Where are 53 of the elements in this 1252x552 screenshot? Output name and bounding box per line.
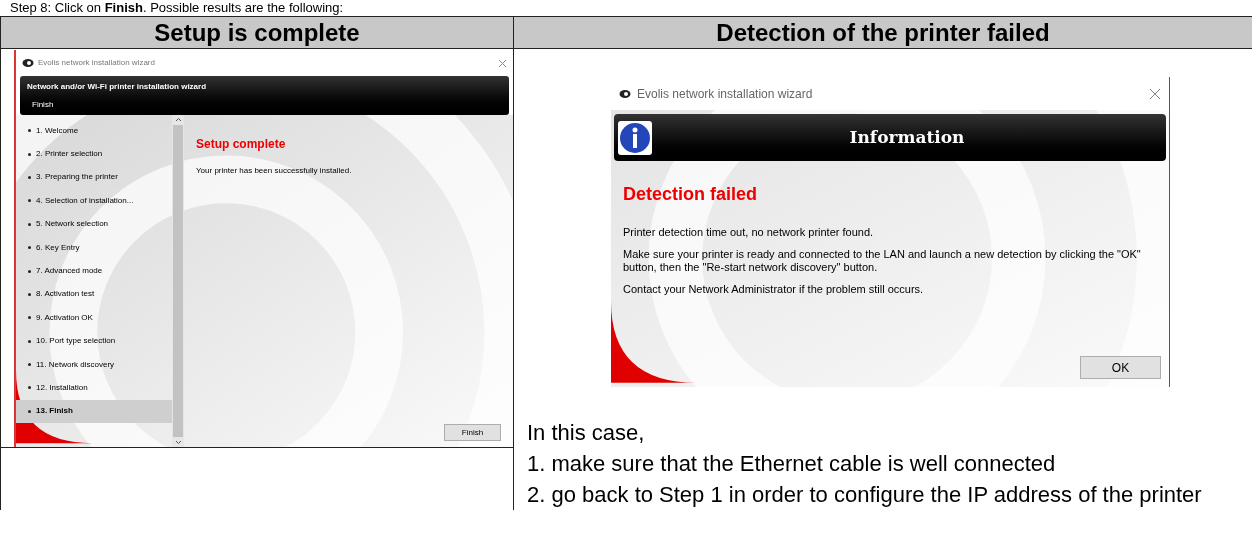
bullet-icon (28, 386, 31, 390)
step-item[interactable]: 4. Selection of installation... (16, 189, 172, 213)
error-heading: Detection failed (623, 183, 759, 206)
scroll-down-icon[interactable] (174, 439, 182, 445)
step-item[interactable]: 8. Activation test (16, 282, 172, 307)
bullet-icon (28, 152, 31, 156)
column-header: Setup is complete (1, 17, 514, 49)
setup-heading: Setup complete (196, 136, 287, 153)
close-icon[interactable] (498, 58, 507, 68)
eye-logo-icon (22, 58, 34, 68)
bullet-icon (28, 222, 31, 226)
error-message: Printer detection time out, no network printer found. (623, 226, 875, 239)
note-text: 1. make sure that the Ethernet cable is well connected (527, 450, 1057, 478)
eye-logo-icon (619, 88, 631, 99)
bullet-icon (28, 246, 31, 250)
column-header: Detection of the printer failed (514, 17, 1252, 49)
finish-button[interactable]: Finish (444, 424, 501, 441)
bullet-icon (28, 409, 31, 413)
bullet-icon (28, 363, 31, 367)
bullet-icon (28, 175, 31, 179)
step-item[interactable]: 10. Port type selection (16, 329, 172, 353)
step-item[interactable]: 5. Network selection (16, 212, 172, 236)
bullet-icon (28, 316, 31, 320)
dialog-banner-title: Information (848, 125, 966, 149)
error-message: Make sure your printer is ready and connected to the LAN and launch a new detection by clicking the "OK" button, then the "Re-start network discovery" button. (623, 248, 1142, 274)
bullet-icon (28, 129, 31, 133)
info-icon (618, 120, 652, 155)
step-item[interactable]: 6. Key Entry (16, 235, 172, 260)
step-item[interactable]: 2. Printer selection (16, 142, 172, 166)
banner-subtitle: Finish (31, 98, 55, 111)
step-item[interactable]: 12. Installation (16, 376, 172, 400)
step-instruction: Step 8: Click on Finish. Possible results are the following: (9, 0, 345, 16)
bullet-icon (28, 269, 31, 273)
step-item[interactable]: 9. Activation OK (16, 306, 172, 330)
banner-title: Network and/or Wi-Fi printer installation wizard (27, 80, 208, 93)
step-item[interactable]: 7. Advanced mode (16, 259, 172, 283)
step-item[interactable]: 3. Preparing the printer (16, 165, 172, 190)
note-text: In this case, (527, 419, 646, 447)
step-item[interactable]: 1. Welcome (16, 119, 172, 143)
setup-message: Your printer has been successfully installed. (196, 165, 353, 177)
bullet-icon (28, 292, 31, 296)
note-text: 2. go back to Step 1 in order to configure the IP address of the printer (527, 481, 1203, 509)
bullet-icon (28, 339, 31, 343)
window-title: Evolis network installation wizard (637, 85, 813, 103)
error-message: Contact your Network Administrator if the problem still occurs. (623, 283, 925, 296)
ok-button[interactable]: OK (1080, 356, 1161, 379)
step-item[interactable]: 13. Finish (16, 399, 172, 424)
scrollbar[interactable] (172, 115, 184, 447)
step-item[interactable]: 11. Network discovery (16, 352, 172, 377)
bullet-icon (28, 199, 31, 203)
window-title: Evolis network installation wizard (38, 57, 155, 69)
close-icon[interactable] (1149, 87, 1161, 100)
scroll-up-icon[interactable] (174, 117, 182, 123)
